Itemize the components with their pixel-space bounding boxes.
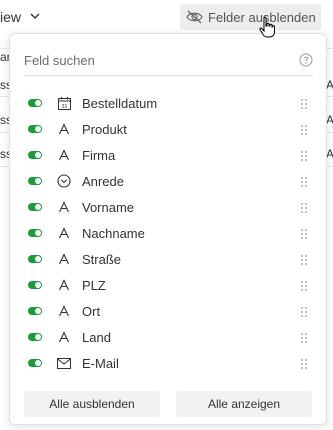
calendar-icon: 31	[57, 96, 71, 110]
hand-cursor-icon	[259, 16, 275, 38]
field-row[interactable]: Firma	[10, 142, 328, 168]
field-search	[24, 46, 313, 76]
hide-fields-popover: 31 Bestelldatum Produkt Firma Anrede Vorname N…	[9, 33, 327, 425]
text-type-icon	[57, 226, 71, 240]
show-all-button[interactable]: Alle anzeigen	[176, 391, 312, 417]
field-row[interactable]: Ort	[10, 298, 328, 324]
field-visibility-toggle[interactable]	[28, 255, 42, 263]
field-visibility-toggle[interactable]	[28, 177, 42, 185]
field-row[interactable]: Straße	[10, 246, 328, 272]
drag-handle-icon[interactable]	[300, 97, 308, 109]
field-row[interactable]: Anrede	[10, 168, 328, 194]
field-row[interactable]: Nachname	[10, 220, 328, 246]
field-row[interactable]: Land	[10, 324, 328, 350]
email-icon	[57, 356, 71, 370]
chevron-down-icon[interactable]	[29, 10, 41, 22]
field-label: Firma	[82, 148, 116, 163]
drag-handle-icon[interactable]	[300, 123, 308, 135]
field-row[interactable]: E-Mail	[10, 350, 328, 376]
hide-fields-button[interactable]: Felder ausblenden	[180, 4, 321, 30]
field-label: Produkt	[82, 122, 127, 137]
drag-handle-icon[interactable]	[300, 253, 308, 265]
hide-all-button[interactable]: Alle ausblenden	[24, 391, 160, 417]
svg-text:31: 31	[61, 103, 67, 109]
drag-handle-icon[interactable]	[300, 357, 308, 369]
field-visibility-toggle[interactable]	[28, 203, 42, 211]
drag-handle-icon[interactable]	[300, 305, 308, 317]
field-label: PLZ	[82, 278, 106, 293]
view-label[interactable]: iew	[0, 9, 21, 25]
field-visibility-toggle[interactable]	[28, 359, 42, 367]
field-visibility-toggle[interactable]	[28, 333, 42, 341]
text-type-icon	[57, 252, 71, 266]
drag-handle-icon[interactable]	[300, 149, 308, 161]
field-label: E-Mail	[82, 356, 119, 371]
field-visibility-toggle[interactable]	[28, 151, 42, 159]
drag-handle-icon[interactable]	[300, 227, 308, 239]
drag-handle-icon[interactable]	[300, 279, 308, 291]
field-visibility-toggle[interactable]	[28, 281, 42, 289]
field-row[interactable]: 31 Bestelldatum	[10, 90, 328, 116]
field-label: Vorname	[82, 200, 135, 215]
field-visibility-toggle[interactable]	[28, 99, 42, 107]
field-label: Bestelldatum	[82, 96, 158, 111]
field-label: Nachname	[82, 226, 145, 241]
field-visibility-toggle[interactable]	[28, 125, 42, 133]
drag-handle-icon[interactable]	[300, 331, 308, 343]
field-search-input[interactable]	[24, 46, 284, 74]
drag-handle-icon[interactable]	[300, 201, 308, 213]
field-row[interactable]: Produkt	[10, 116, 328, 142]
field-label: Straße	[82, 252, 122, 267]
field-list: 31 Bestelldatum Produkt Firma Anrede Vorname N…	[10, 90, 328, 376]
single-select-icon	[57, 174, 71, 188]
text-type-icon	[57, 278, 71, 292]
text-type-icon	[57, 148, 71, 162]
field-label: Ort	[82, 304, 101, 319]
field-row[interactable]: Vorname	[10, 194, 328, 220]
text-type-icon	[57, 330, 71, 344]
field-label: Anrede	[82, 174, 124, 189]
field-visibility-toggle[interactable]	[28, 307, 42, 315]
text-type-icon	[57, 304, 71, 318]
toolbar: iew Felder ausblenden	[0, 0, 333, 34]
drag-handle-icon[interactable]	[300, 175, 308, 187]
eye-off-icon	[186, 10, 203, 24]
field-label: Land	[82, 330, 111, 345]
field-row[interactable]: PLZ	[10, 272, 328, 298]
field-visibility-toggle[interactable]	[28, 229, 42, 237]
text-type-icon	[57, 122, 71, 136]
text-type-icon	[57, 200, 71, 214]
help-icon[interactable]	[299, 53, 313, 67]
